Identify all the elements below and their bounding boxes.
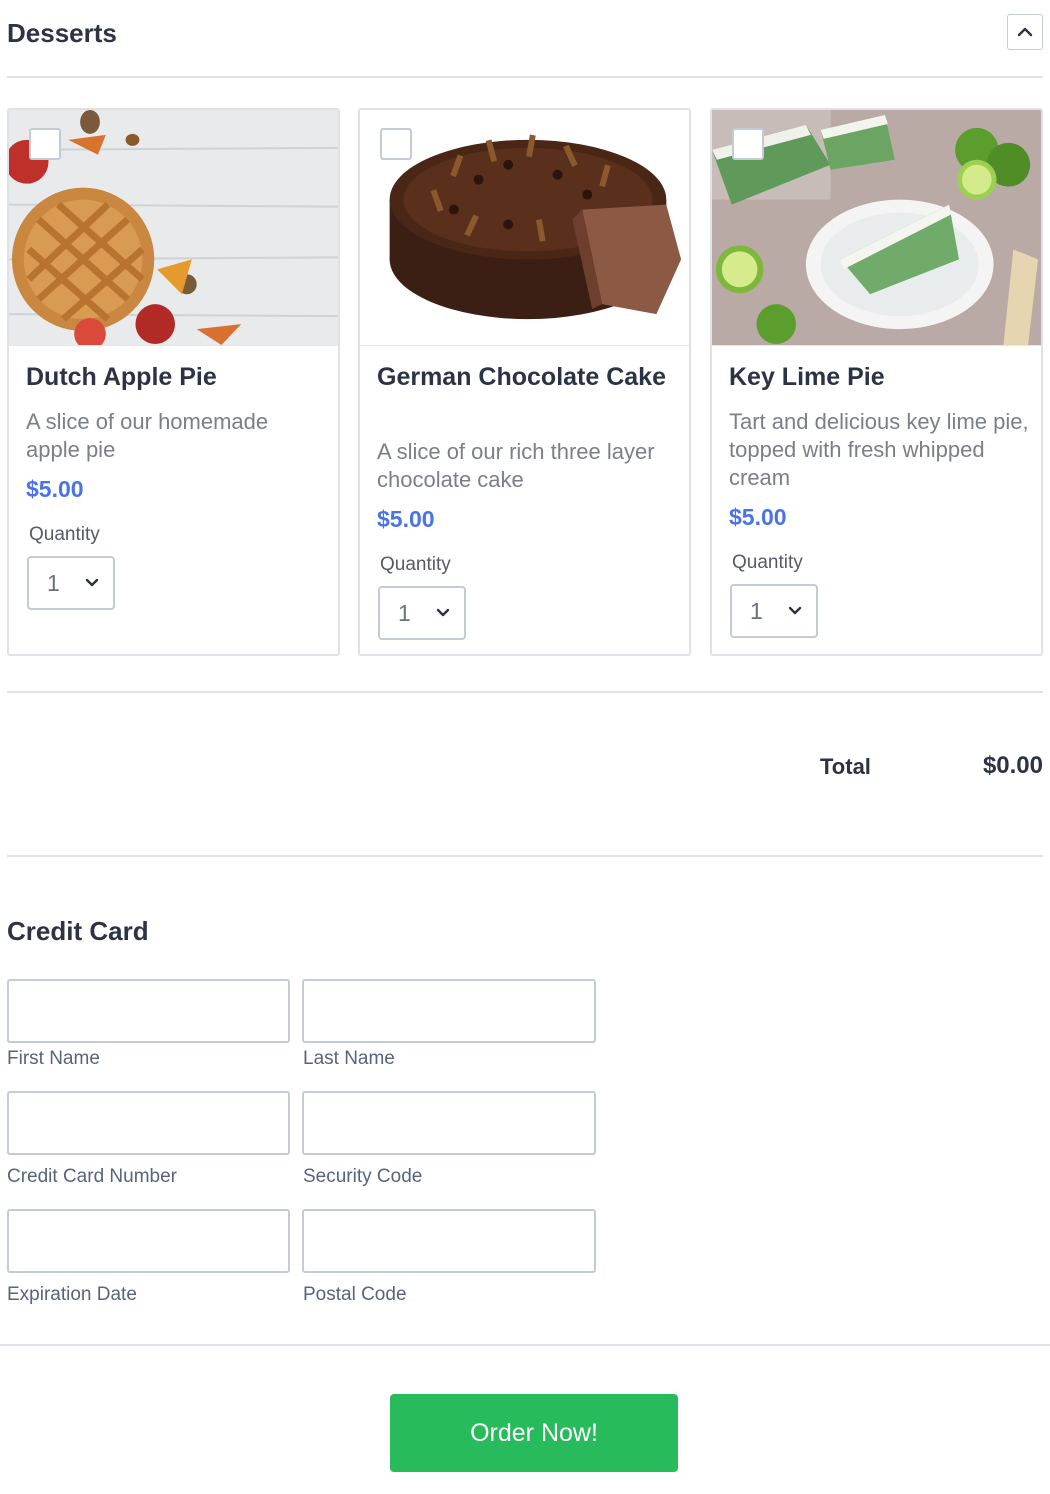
divider (7, 691, 1043, 693)
quantity-label: Quantity (380, 554, 451, 575)
security-code-label: Security Code (303, 1166, 423, 1187)
postal-code-label: Postal Code (303, 1284, 407, 1305)
quantity-value: 1 (398, 600, 411, 626)
quantity-select[interactable]: 1 (27, 556, 115, 610)
chevron-down-icon (436, 608, 450, 617)
credit-card-title: Credit Card (7, 916, 149, 946)
order-now-button[interactable]: Order Now! (390, 1394, 678, 1472)
card-number-label: Credit Card Number (7, 1166, 177, 1187)
product-card[interactable]: Key Lime Pie Tart and delicious key lime… (710, 108, 1043, 656)
product-card[interactable]: German Chocolate Cake A slice of our ric… (358, 108, 691, 656)
chevron-up-icon (1017, 27, 1033, 37)
expiration-date-input[interactable] (9, 1211, 288, 1271)
security-code-field[interactable] (302, 1091, 596, 1155)
quantity-select[interactable]: 1 (730, 584, 818, 638)
divider (0, 1344, 1050, 1346)
postal-code-field[interactable] (302, 1209, 596, 1273)
quantity-value: 1 (47, 570, 60, 596)
divider (7, 855, 1043, 857)
product-price: $5.00 (729, 504, 787, 530)
last-name-input[interactable] (304, 981, 594, 1041)
quantity-label: Quantity (732, 552, 803, 573)
quantity-select[interactable]: 1 (378, 586, 466, 640)
product-list: Dutch Apple Pie A slice of our homemade … (7, 108, 1043, 656)
total-value: $0.00 (982, 752, 1043, 779)
total-label: Total (820, 754, 871, 779)
first-name-input[interactable] (9, 981, 288, 1041)
quantity-value: 1 (750, 598, 763, 624)
product-description: Tart and delicious key lime pie, topped … (729, 409, 1029, 490)
product-name: Dutch Apple Pie (26, 363, 217, 391)
product-checkbox[interactable] (380, 128, 412, 160)
section-header: Desserts (7, 0, 1043, 78)
card-number-field[interactable] (7, 1091, 290, 1155)
expiration-date-field[interactable] (7, 1209, 290, 1273)
product-price: $5.00 (377, 506, 435, 532)
quantity-label: Quantity (29, 524, 100, 545)
product-description: A slice of our rich three layer chocolat… (377, 439, 655, 492)
postal-code-input[interactable] (304, 1211, 594, 1271)
collapse-button[interactable] (1007, 14, 1043, 50)
product-price: $5.00 (26, 476, 84, 502)
first-name-field[interactable] (7, 979, 290, 1043)
card-number-input[interactable] (9, 1093, 288, 1153)
chevron-down-icon (85, 578, 99, 587)
first-name-label: First Name (7, 1048, 100, 1069)
product-name: Key Lime Pie (729, 363, 885, 391)
last-name-field[interactable] (302, 979, 596, 1043)
chevron-down-icon (788, 606, 802, 615)
expiration-date-label: Expiration Date (7, 1284, 137, 1305)
product-name: German Chocolate Cake (377, 363, 666, 391)
product-checkbox[interactable] (29, 128, 61, 160)
security-code-input[interactable] (304, 1093, 594, 1153)
product-checkbox[interactable] (732, 128, 764, 160)
section-title: Desserts (7, 18, 117, 48)
product-description: A slice of our homemade apple pie (26, 409, 269, 462)
last-name-label: Last Name (303, 1048, 395, 1069)
product-card[interactable]: Dutch Apple Pie A slice of our homemade … (7, 108, 340, 656)
